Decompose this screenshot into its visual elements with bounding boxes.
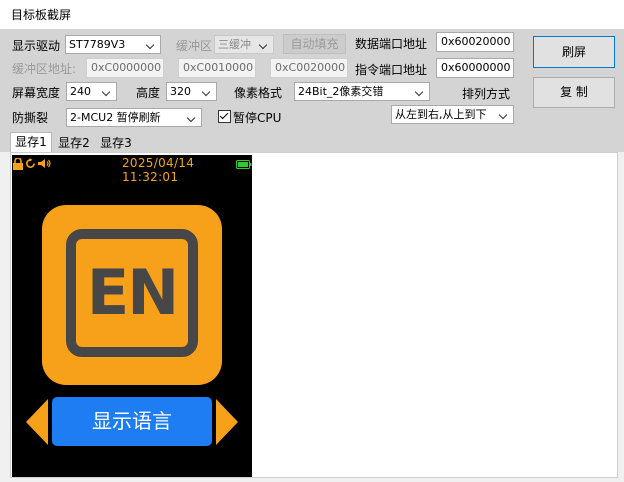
screen-height-label: 高度 bbox=[136, 86, 161, 100]
chevron-down-icon bbox=[101, 83, 113, 100]
buffer-address-label: 缓冲区地址: bbox=[12, 62, 77, 76]
refresh-button[interactable]: 刷屏 bbox=[533, 36, 615, 68]
language-app-icon[interactable]: EN bbox=[42, 205, 222, 385]
screen-width-label: 屏幕宽度 bbox=[12, 86, 61, 100]
order-label: 排列方式 bbox=[462, 87, 511, 101]
buffer-address-2-input[interactable]: 0xC0010000 bbox=[178, 58, 256, 78]
window-title: 目标板截屏 bbox=[11, 8, 72, 22]
tab-framebuffer-3[interactable]: 显存3 bbox=[95, 134, 137, 153]
chevron-down-icon bbox=[258, 36, 270, 53]
device-status-bar: 2025/04/14 11:32:01 bbox=[12, 155, 252, 184]
data-port-label: 数据端口地址 bbox=[355, 37, 428, 51]
order-select[interactable]: 从左到右,从上到下 bbox=[391, 105, 514, 124]
display-driver-value: ST7789V3 bbox=[69, 38, 126, 51]
device-clock: 2025/04/14 11:32:01 bbox=[122, 156, 195, 184]
display-driver-label: 显示驱动 bbox=[12, 39, 61, 53]
pixel-format-select[interactable]: 24Bit_2像素交错 bbox=[294, 82, 430, 101]
anti-tear-label: 防撕裂 bbox=[12, 111, 49, 125]
device-screen: 2025/04/14 11:32:01 EN 显示语言 bbox=[12, 155, 252, 477]
screen-height-value: 320 bbox=[170, 85, 191, 98]
en-frame: EN bbox=[66, 229, 198, 357]
autofill-button[interactable]: 自动填充 bbox=[283, 34, 346, 54]
tab-framebuffer-2[interactable]: 显存2 bbox=[53, 134, 95, 153]
arrow-right-icon[interactable] bbox=[216, 399, 242, 445]
buffer-area-select[interactable]: 三缓冲 bbox=[214, 35, 274, 54]
chevron-down-icon bbox=[145, 36, 157, 53]
copy-button[interactable]: 复 制 bbox=[533, 77, 615, 108]
anti-tear-value: 2-MCU2 暂停刷新 bbox=[70, 111, 161, 124]
volume-icon bbox=[38, 159, 51, 168]
arrow-left-icon[interactable] bbox=[22, 399, 48, 445]
pixel-format-label: 像素格式 bbox=[234, 86, 283, 100]
buffer-area-value: 三缓冲 bbox=[218, 38, 251, 51]
window-titlebar: 目标板截屏 bbox=[0, 0, 624, 29]
buffer-address-3-input[interactable]: 0xC0020000 bbox=[270, 58, 348, 78]
screen-height-select[interactable]: 320 bbox=[166, 82, 217, 101]
display-language-button[interactable]: 显示语言 bbox=[52, 397, 212, 446]
chevron-down-icon bbox=[414, 83, 426, 100]
pause-cpu-label: 暂停CPU bbox=[233, 111, 282, 125]
order-value: 从左到右,从上到下 bbox=[395, 108, 487, 121]
battery-icon bbox=[236, 160, 252, 169]
chevron-down-icon bbox=[201, 83, 213, 100]
pixel-format-value: 24Bit_2像素交错 bbox=[298, 85, 384, 98]
tab-framebuffer-1[interactable]: 显存1 bbox=[10, 132, 52, 153]
screen-width-value: 240 bbox=[70, 85, 91, 98]
sync-icon bbox=[26, 158, 35, 168]
pause-cpu-checkbox[interactable] bbox=[218, 110, 231, 123]
anti-tear-select[interactable]: 2-MCU2 暂停刷新 bbox=[66, 108, 202, 127]
command-port-label: 指令端口地址 bbox=[355, 63, 428, 77]
lock-icon bbox=[13, 158, 23, 170]
command-port-input[interactable]: 0x60000000 bbox=[436, 58, 514, 78]
buffer-address-1-input[interactable]: 0xC0000000 bbox=[86, 58, 164, 78]
data-port-input[interactable]: 0x60020000 bbox=[436, 32, 514, 52]
chevron-down-icon bbox=[186, 109, 198, 126]
en-icon-text: EN bbox=[86, 256, 179, 329]
chevron-down-icon bbox=[498, 106, 510, 123]
screen-width-select[interactable]: 240 bbox=[66, 82, 117, 101]
buffer-area-label: 缓冲区 bbox=[176, 39, 213, 53]
display-driver-select[interactable]: ST7789V3 bbox=[65, 35, 161, 54]
